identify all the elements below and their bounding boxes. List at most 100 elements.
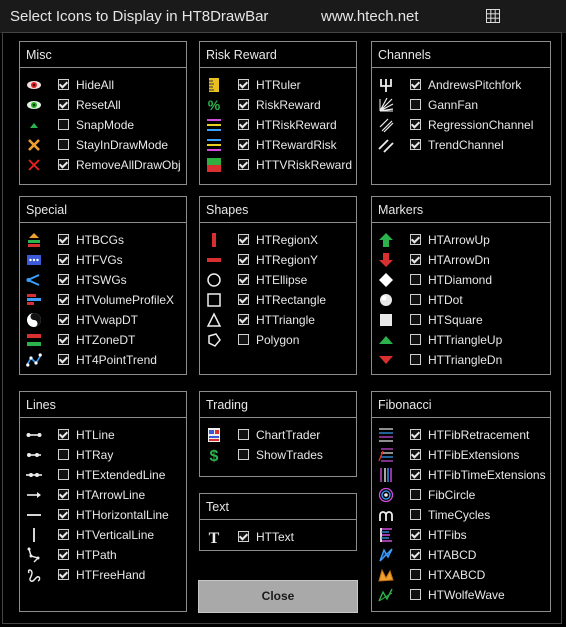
checkbox-htrectangle[interactable] <box>238 294 249 305</box>
option-htrectangle[interactable]: HTRectangle <box>200 290 356 310</box>
option-removealldrawobj[interactable]: RemoveAllDrawObj <box>20 155 186 175</box>
checkbox-htarrowup[interactable] <box>410 234 421 245</box>
option-showtrades[interactable]: $ ShowTrades <box>200 445 356 465</box>
checkbox-gannfan[interactable] <box>410 99 421 110</box>
option-htray[interactable]: HTRay <box>20 445 186 465</box>
checkbox-htarrowdn[interactable] <box>410 254 421 265</box>
checkbox-htray[interactable] <box>58 449 69 460</box>
option-trendchannel[interactable]: TrendChannel <box>372 135 550 155</box>
option-htellipse[interactable]: HTEllipse <box>200 270 356 290</box>
checkbox-trendchannel[interactable] <box>410 139 421 150</box>
checkbox-htvolumeprofilex[interactable] <box>58 294 69 305</box>
option-charttrader[interactable]: ChartTrader <box>200 425 356 445</box>
option-htsquare[interactable]: HTSquare <box>372 310 550 330</box>
option-htfibs[interactable]: HTFibs <box>372 525 550 545</box>
option-htfibretracement[interactable]: HTFibRetracement <box>372 425 550 445</box>
checkbox-hthorizontalline[interactable] <box>58 509 69 520</box>
option-htpath[interactable]: HTPath <box>20 545 186 565</box>
checkbox-htswgs[interactable] <box>58 274 69 285</box>
checkbox-fibcircle[interactable] <box>410 489 421 500</box>
grid-icon[interactable] <box>486 9 500 23</box>
option-httext[interactable]: T HTText <box>200 527 356 547</box>
checkbox-riskreward[interactable] <box>238 99 249 110</box>
option-htabcd[interactable]: HTABCD <box>372 545 550 565</box>
option-htdot[interactable]: HTDot <box>372 290 550 310</box>
checkbox-htrewardrisk[interactable] <box>238 139 249 150</box>
checkbox-htwolfewave[interactable] <box>410 589 421 600</box>
checkbox-htarrowline[interactable] <box>58 489 69 500</box>
checkbox-htdot[interactable] <box>410 294 421 305</box>
checkbox-charttrader[interactable] <box>238 429 249 440</box>
checkbox-htabcd[interactable] <box>410 549 421 560</box>
checkbox-htruler[interactable] <box>238 79 249 90</box>
option-httriangleup[interactable]: HTTriangleUp <box>372 330 550 350</box>
option-htline[interactable]: HTLine <box>20 425 186 445</box>
option-htarrowup[interactable]: HTArrowUp <box>372 230 550 250</box>
checkbox-htsquare[interactable] <box>410 314 421 325</box>
option-htriskreward[interactable]: HTRiskReward <box>200 115 356 135</box>
checkbox-andrewspitchfork[interactable] <box>410 79 421 90</box>
option-htarrowline[interactable]: HTArrowLine <box>20 485 186 505</box>
option-htwolfewave[interactable]: HTWolfeWave <box>372 585 550 605</box>
checkbox-htfvgs[interactable] <box>58 254 69 265</box>
checkbox-htriskreward[interactable] <box>238 119 249 130</box>
option-riskreward[interactable]: % RiskReward <box>200 95 356 115</box>
option-htregiony[interactable]: HTRegionY <box>200 250 356 270</box>
checkbox-timecycles[interactable] <box>410 509 421 520</box>
option-htregionx[interactable]: HTRegionX <box>200 230 356 250</box>
option-htfibtimeextensions[interactable]: HTFibTimeExtensions <box>372 465 550 485</box>
option-htbcgs[interactable]: HTBCGs <box>20 230 186 250</box>
checkbox-hideall[interactable] <box>58 79 69 90</box>
checkbox-htpath[interactable] <box>58 549 69 560</box>
option-htdiamond[interactable]: HTDiamond <box>372 270 550 290</box>
close-button[interactable]: Close <box>198 580 358 613</box>
website-url[interactable]: www.htech.net <box>321 8 419 25</box>
option-htarrowdn[interactable]: HTArrowDn <box>372 250 550 270</box>
option-htswgs[interactable]: HTSWGs <box>20 270 186 290</box>
checkbox-htfibtimeextensions[interactable] <box>410 469 421 480</box>
checkbox-removealldrawobj[interactable] <box>58 159 69 170</box>
checkbox-htvwapdt[interactable] <box>58 314 69 325</box>
option-htfvgs[interactable]: HTFVGs <box>20 250 186 270</box>
checkbox-showtrades[interactable] <box>238 449 249 460</box>
option-resetall[interactable]: ResetAll <box>20 95 186 115</box>
checkbox-httriangleup[interactable] <box>410 334 421 345</box>
option-htfreehand[interactable]: HTFreeHand <box>20 565 186 585</box>
checkbox-polygon[interactable] <box>238 334 249 345</box>
option-htfibextensions[interactable]: HTFibExtensions <box>372 445 550 465</box>
option-htextendedline[interactable]: HTExtendedLine <box>20 465 186 485</box>
checkbox-htdiamond[interactable] <box>410 274 421 285</box>
option-timecycles[interactable]: TimeCycles <box>372 505 550 525</box>
checkbox-stayindrawmode[interactable] <box>58 139 69 150</box>
checkbox-htxabcd[interactable] <box>410 569 421 580</box>
option-htzonedt[interactable]: HTZoneDT <box>20 330 186 350</box>
checkbox-htline[interactable] <box>58 429 69 440</box>
checkbox-htregionx[interactable] <box>238 234 249 245</box>
option-htverticalline[interactable]: HTVerticalLine <box>20 525 186 545</box>
option-htrewardrisk[interactable]: HTRewardRisk <box>200 135 356 155</box>
checkbox-htfibextensions[interactable] <box>410 449 421 460</box>
option-gannfan[interactable]: GannFan <box>372 95 550 115</box>
option-htruler[interactable]: HTRuler <box>200 75 356 95</box>
option-htvwapdt[interactable]: HTVwapDT <box>20 310 186 330</box>
option-fibcircle[interactable]: FibCircle <box>372 485 550 505</box>
checkbox-regressionchannel[interactable] <box>410 119 421 130</box>
checkbox-htfreehand[interactable] <box>58 569 69 580</box>
checkbox-htfibretracement[interactable] <box>410 429 421 440</box>
option-httvriskreward[interactable]: HTTVRiskReward <box>200 155 356 175</box>
option-htxabcd[interactable]: HTXABCD <box>372 565 550 585</box>
checkbox-htbcgs[interactable] <box>58 234 69 245</box>
checkbox-httriangle[interactable] <box>238 314 249 325</box>
checkbox-snapmode[interactable] <box>58 119 69 130</box>
option-ht4pointtrend[interactable]: HT4PointTrend <box>20 350 186 370</box>
checkbox-resetall[interactable] <box>58 99 69 110</box>
checkbox-htellipse[interactable] <box>238 274 249 285</box>
option-polygon[interactable]: Polygon <box>200 330 356 350</box>
checkbox-httriangledn[interactable] <box>410 354 421 365</box>
checkbox-ht4pointtrend[interactable] <box>58 354 69 365</box>
checkbox-httext[interactable] <box>238 531 249 542</box>
option-snapmode[interactable]: SnapMode <box>20 115 186 135</box>
checkbox-htextendedline[interactable] <box>58 469 69 480</box>
checkbox-htzonedt[interactable] <box>58 334 69 345</box>
checkbox-httvriskreward[interactable] <box>238 159 249 170</box>
